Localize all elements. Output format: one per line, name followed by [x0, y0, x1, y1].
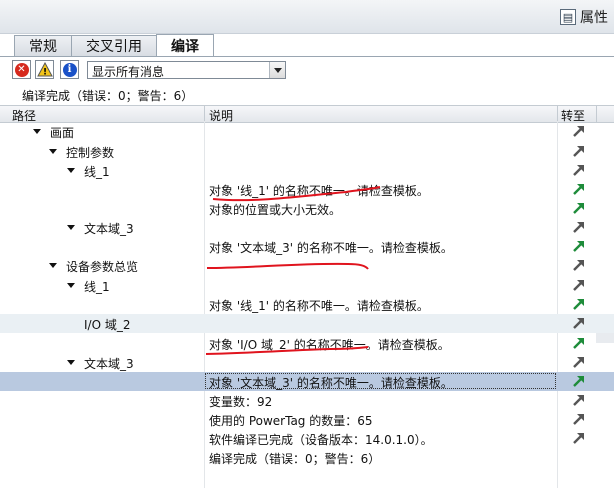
red-underline: [206, 262, 369, 270]
red-annotation-layer: [205, 186, 381, 355]
red-underline: [205, 346, 369, 355]
red-underline: [212, 186, 381, 202]
